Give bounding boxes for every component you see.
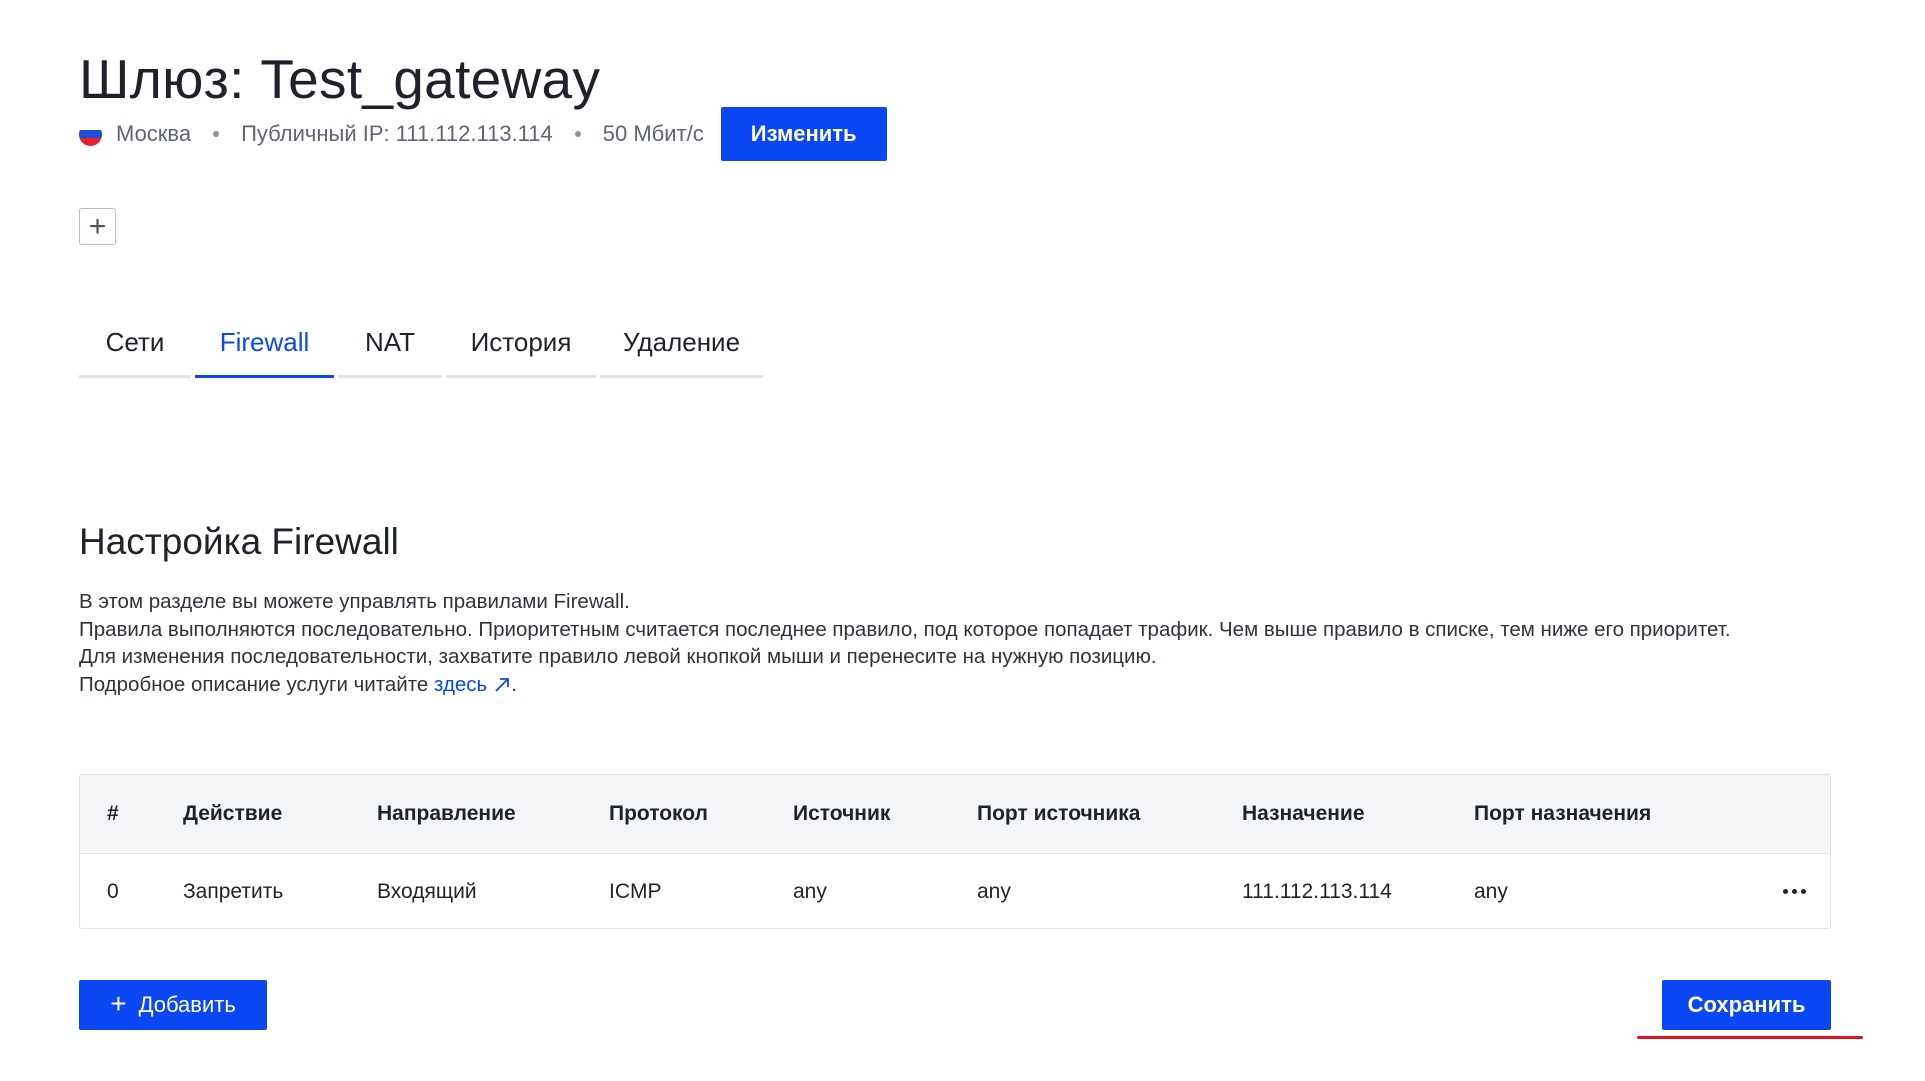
location-label: Москва bbox=[116, 121, 192, 146]
description-line: В этом разделе вы можете управлять прави… bbox=[79, 590, 630, 613]
section-title: Настройка Firewall bbox=[79, 520, 399, 562]
separator-dot bbox=[213, 131, 220, 137]
rule-source-port: any bbox=[977, 879, 1011, 903]
external-link-icon bbox=[495, 677, 510, 692]
save-button[interactable]: Сохранить bbox=[1662, 980, 1831, 1030]
tab-firewall[interactable]: Firewall bbox=[195, 310, 334, 378]
rule-source: any bbox=[793, 879, 827, 903]
table-row[interactable]: 0 Запретить Входящий ICMP any any 111.11… bbox=[80, 854, 1830, 929]
edit-button[interactable]: Изменить bbox=[720, 107, 887, 161]
page-title: Шлюз: Test_gateway bbox=[79, 47, 601, 110]
rule-protocol: ICMP bbox=[609, 879, 662, 903]
plus-icon: + bbox=[110, 987, 127, 1019]
rule-index: 0 bbox=[107, 879, 119, 903]
tab-bar: Сети Firewall NAT История Удаление bbox=[79, 310, 767, 378]
column-header: Направление bbox=[377, 802, 516, 825]
section-description: В этом разделе вы можете управлять прави… bbox=[79, 588, 1839, 698]
details-suffix: . bbox=[511, 672, 517, 696]
description-line: Для изменения последовательности, захват… bbox=[79, 645, 1157, 668]
column-header: Порт источника bbox=[977, 802, 1141, 825]
rule-destination: 111.112.113.114 bbox=[1242, 879, 1392, 903]
firewall-rules-table: # Действие Направление Протокол Источник… bbox=[79, 774, 1831, 929]
details-link[interactable]: здесь bbox=[434, 673, 511, 696]
description-line: Правила выполняются последовательно. При… bbox=[79, 617, 1731, 641]
column-header: Действие bbox=[183, 802, 283, 825]
details-prefix: Подробное описание услуги читайте bbox=[79, 672, 429, 696]
rule-direction: Входящий bbox=[377, 879, 477, 903]
gateway-meta: Москва Публичный IP: 111.112.113.114 50 … bbox=[79, 107, 887, 161]
add-rule-label: Добавить bbox=[138, 992, 236, 1017]
more-options-icon[interactable] bbox=[1783, 854, 1806, 929]
rule-destination-port: any bbox=[1474, 879, 1508, 903]
separator-dot bbox=[574, 131, 581, 137]
column-header: Порт назначения bbox=[1474, 802, 1652, 825]
russia-flag-icon bbox=[79, 122, 102, 146]
column-header: # bbox=[107, 802, 119, 825]
details-line: Подробное описание услуги читайте здесь. bbox=[79, 671, 1839, 699]
column-header: Источник bbox=[793, 802, 891, 825]
add-rule-button[interactable]: + Добавить bbox=[79, 980, 267, 1030]
column-header: Назначение bbox=[1242, 802, 1365, 825]
tab-networks[interactable]: Сети bbox=[79, 310, 191, 378]
tab-history[interactable]: История bbox=[446, 310, 596, 378]
public-ip-label: Публичный IP: 111.112.113.114 bbox=[241, 121, 553, 146]
plus-icon: + bbox=[88, 209, 107, 243]
bandwidth-label: 50 Мбит/с bbox=[602, 121, 704, 146]
table-header: # Действие Направление Протокол Источник… bbox=[80, 775, 1830, 854]
tab-delete[interactable]: Удаление bbox=[600, 310, 763, 378]
add-tag-button[interactable]: + bbox=[79, 208, 116, 245]
tab-nat[interactable]: NAT bbox=[338, 310, 442, 378]
rule-action: Запретить bbox=[183, 879, 284, 903]
column-header: Протокол bbox=[609, 802, 708, 825]
highlight-underline bbox=[1637, 1036, 1863, 1039]
